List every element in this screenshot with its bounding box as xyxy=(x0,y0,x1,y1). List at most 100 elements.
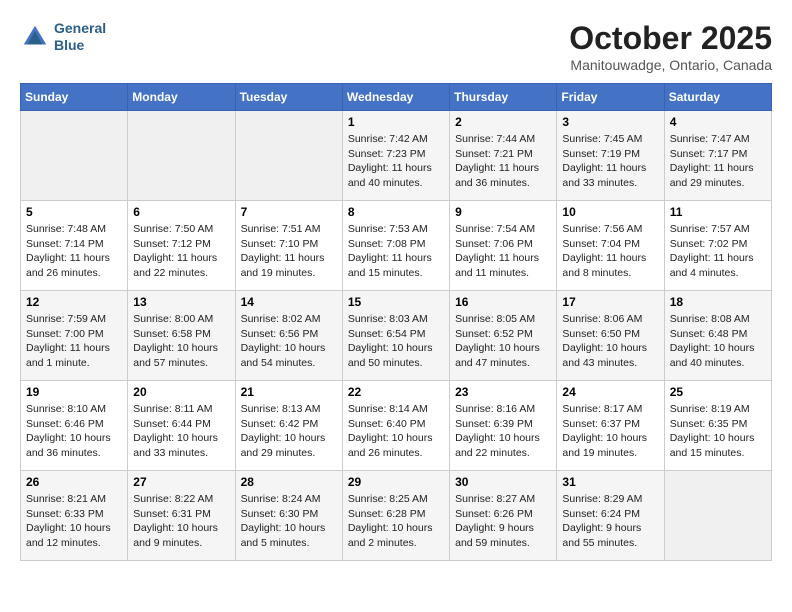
day-info: Sunrise: 7:51 AM Sunset: 7:10 PM Dayligh… xyxy=(241,222,337,281)
calendar-cell: 21 Sunrise: 8:13 AM Sunset: 6:42 PM Dayli… xyxy=(235,381,342,471)
day-number: 25 xyxy=(670,385,766,399)
day-number: 10 xyxy=(562,205,658,219)
day-number: 17 xyxy=(562,295,658,309)
calendar-cell: 11 Sunrise: 7:57 AM Sunset: 7:02 PM Dayli… xyxy=(664,201,771,291)
weekday-header: Friday xyxy=(557,84,664,111)
page-header: General Blue October 2025 Manitouwadge, … xyxy=(20,20,772,73)
day-number: 11 xyxy=(670,205,766,219)
day-info: Sunrise: 8:13 AM Sunset: 6:42 PM Dayligh… xyxy=(241,402,337,461)
calendar-cell: 10Sunrise: 7:56 AM Sunset: 7:04 PM Dayli… xyxy=(557,201,664,291)
logo-text: General Blue xyxy=(54,20,106,54)
calendar-cell: 27Sunrise: 8:22 AM Sunset: 6:31 PM Dayli… xyxy=(128,471,235,561)
title-block: October 2025 Manitouwadge, Ontario, Cana… xyxy=(569,20,772,73)
day-number: 20 xyxy=(133,385,229,399)
day-info: Sunrise: 7:47 AM Sunset: 7:17 PM Dayligh… xyxy=(670,132,766,191)
day-info: Sunrise: 8:27 AM Sunset: 6:26 PM Dayligh… xyxy=(455,492,551,551)
day-info: Sunrise: 7:50 AM Sunset: 7:12 PM Dayligh… xyxy=(133,222,229,281)
location: Manitouwadge, Ontario, Canada xyxy=(569,57,772,73)
weekday-header: Monday xyxy=(128,84,235,111)
day-number: 29 xyxy=(348,475,444,489)
day-number: 18 xyxy=(670,295,766,309)
calendar-cell: 7 Sunrise: 7:51 AM Sunset: 7:10 PM Daylig… xyxy=(235,201,342,291)
day-number: 24 xyxy=(562,385,658,399)
calendar-cell: 19Sunrise: 8:10 AM Sunset: 6:46 PM Dayli… xyxy=(21,381,128,471)
calendar-cell: 20 Sunrise: 8:11 AM Sunset: 6:44 PM Dayli… xyxy=(128,381,235,471)
day-number: 9 xyxy=(455,205,551,219)
calendar-cell xyxy=(128,111,235,201)
day-number: 3 xyxy=(562,115,658,129)
calendar-cell: 4Sunrise: 7:47 AM Sunset: 7:17 PM Daylig… xyxy=(664,111,771,201)
day-number: 28 xyxy=(241,475,337,489)
weekday-header: Saturday xyxy=(664,84,771,111)
day-number: 5 xyxy=(26,205,122,219)
day-info: Sunrise: 8:22 AM Sunset: 6:31 PM Dayligh… xyxy=(133,492,229,551)
calendar-cell: 8Sunrise: 7:53 AM Sunset: 7:08 PM Daylig… xyxy=(342,201,449,291)
calendar-cell: 15 Sunrise: 8:03 AM Sunset: 6:54 PM Dayli… xyxy=(342,291,449,381)
day-number: 31 xyxy=(562,475,658,489)
calendar-cell: 25 Sunrise: 8:19 AM Sunset: 6:35 PM Dayli… xyxy=(664,381,771,471)
day-info: Sunrise: 8:21 AM Sunset: 6:33 PM Dayligh… xyxy=(26,492,122,551)
day-info: Sunrise: 8:14 AM Sunset: 6:40 PM Dayligh… xyxy=(348,402,444,461)
day-info: Sunrise: 8:08 AM Sunset: 6:48 PM Dayligh… xyxy=(670,312,766,371)
logo-icon xyxy=(20,22,50,52)
day-number: 30 xyxy=(455,475,551,489)
calendar-cell: 28 Sunrise: 8:24 AM Sunset: 6:30 PM Dayli… xyxy=(235,471,342,561)
day-number: 13 xyxy=(133,295,229,309)
day-number: 19 xyxy=(26,385,122,399)
day-number: 7 xyxy=(241,205,337,219)
day-number: 15 xyxy=(348,295,444,309)
calendar-cell: 5 Sunrise: 7:48 AM Sunset: 7:14 PM Daylig… xyxy=(21,201,128,291)
calendar-cell: 1 Sunrise: 7:42 AM Sunset: 7:23 PM Daylig… xyxy=(342,111,449,201)
day-number: 1 xyxy=(348,115,444,129)
day-info: Sunrise: 7:42 AM Sunset: 7:23 PM Dayligh… xyxy=(348,132,444,191)
calendar-cell: 29 Sunrise: 8:25 AM Sunset: 6:28 PM Dayli… xyxy=(342,471,449,561)
day-info: Sunrise: 8:00 AM Sunset: 6:58 PM Dayligh… xyxy=(133,312,229,371)
calendar-cell xyxy=(235,111,342,201)
day-info: Sunrise: 8:05 AM Sunset: 6:52 PM Dayligh… xyxy=(455,312,551,371)
calendar-cell: 22 Sunrise: 8:14 AM Sunset: 6:40 PM Dayli… xyxy=(342,381,449,471)
day-info: Sunrise: 8:03 AM Sunset: 6:54 PM Dayligh… xyxy=(348,312,444,371)
day-info: Sunrise: 7:45 AM Sunset: 7:19 PM Dayligh… xyxy=(562,132,658,191)
day-number: 6 xyxy=(133,205,229,219)
calendar-table: SundayMondayTuesdayWednesdayThursdayFrid… xyxy=(20,83,772,561)
day-info: Sunrise: 8:19 AM Sunset: 6:35 PM Dayligh… xyxy=(670,402,766,461)
logo: General Blue xyxy=(20,20,106,54)
calendar-cell: 12Sunrise: 7:59 AM Sunset: 7:00 PM Dayli… xyxy=(21,291,128,381)
calendar-cell: 9 Sunrise: 7:54 AM Sunset: 7:06 PM Daylig… xyxy=(450,201,557,291)
day-info: Sunrise: 8:24 AM Sunset: 6:30 PM Dayligh… xyxy=(241,492,337,551)
day-number: 26 xyxy=(26,475,122,489)
weekday-header: Sunday xyxy=(21,84,128,111)
weekday-header: Thursday xyxy=(450,84,557,111)
calendar-cell: 26 Sunrise: 8:21 AM Sunset: 6:33 PM Dayli… xyxy=(21,471,128,561)
weekday-header: Wednesday xyxy=(342,84,449,111)
day-number: 21 xyxy=(241,385,337,399)
day-number: 12 xyxy=(26,295,122,309)
calendar-cell: 30 Sunrise: 8:27 AM Sunset: 6:26 PM Dayli… xyxy=(450,471,557,561)
day-info: Sunrise: 7:53 AM Sunset: 7:08 PM Dayligh… xyxy=(348,222,444,281)
day-info: Sunrise: 8:16 AM Sunset: 6:39 PM Dayligh… xyxy=(455,402,551,461)
day-info: Sunrise: 7:57 AM Sunset: 7:02 PM Dayligh… xyxy=(670,222,766,281)
day-info: Sunrise: 7:48 AM Sunset: 7:14 PM Dayligh… xyxy=(26,222,122,281)
calendar-cell: 14Sunrise: 8:02 AM Sunset: 6:56 PM Dayli… xyxy=(235,291,342,381)
day-info: Sunrise: 8:25 AM Sunset: 6:28 PM Dayligh… xyxy=(348,492,444,551)
day-number: 16 xyxy=(455,295,551,309)
day-info: Sunrise: 8:11 AM Sunset: 6:44 PM Dayligh… xyxy=(133,402,229,461)
calendar-cell: 16 Sunrise: 8:05 AM Sunset: 6:52 PM Dayli… xyxy=(450,291,557,381)
calendar-cell: 31 Sunrise: 8:29 AM Sunset: 6:24 PM Dayli… xyxy=(557,471,664,561)
day-info: Sunrise: 7:54 AM Sunset: 7:06 PM Dayligh… xyxy=(455,222,551,281)
calendar-cell: 17Sunrise: 8:06 AM Sunset: 6:50 PM Dayli… xyxy=(557,291,664,381)
calendar-cell: 6 Sunrise: 7:50 AM Sunset: 7:12 PM Daylig… xyxy=(128,201,235,291)
weekday-header: Tuesday xyxy=(235,84,342,111)
calendar-cell xyxy=(21,111,128,201)
calendar-cell: 24Sunrise: 8:17 AM Sunset: 6:37 PM Dayli… xyxy=(557,381,664,471)
day-info: Sunrise: 8:29 AM Sunset: 6:24 PM Dayligh… xyxy=(562,492,658,551)
day-info: Sunrise: 7:44 AM Sunset: 7:21 PM Dayligh… xyxy=(455,132,551,191)
day-number: 2 xyxy=(455,115,551,129)
calendar-cell: 18 Sunrise: 8:08 AM Sunset: 6:48 PM Dayli… xyxy=(664,291,771,381)
calendar-cell: 3 Sunrise: 7:45 AM Sunset: 7:19 PM Daylig… xyxy=(557,111,664,201)
day-number: 23 xyxy=(455,385,551,399)
day-number: 14 xyxy=(241,295,337,309)
month-title: October 2025 xyxy=(569,20,772,57)
day-number: 22 xyxy=(348,385,444,399)
calendar-cell: 13 Sunrise: 8:00 AM Sunset: 6:58 PM Dayli… xyxy=(128,291,235,381)
